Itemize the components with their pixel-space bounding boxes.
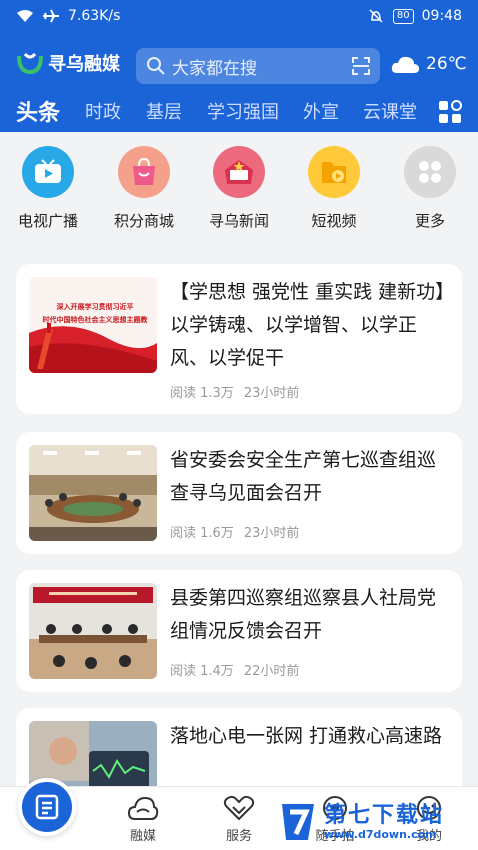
nav-service[interactable]: 服务 bbox=[204, 795, 274, 844]
weather-widget[interactable]: 26℃ bbox=[390, 54, 467, 74]
app-header: 寻乌融媒 大家都在搜 26℃ bbox=[0, 36, 478, 94]
publish-time: 23小时前 bbox=[243, 526, 300, 541]
channel-manage-icon[interactable] bbox=[438, 100, 462, 124]
clock: 09:48 bbox=[421, 8, 462, 24]
airplane-icon bbox=[43, 9, 59, 23]
news-icon bbox=[213, 146, 265, 198]
news-meta: 阅读 1.6万 23小时前 bbox=[170, 522, 309, 541]
leaf-logo-icon bbox=[17, 52, 43, 75]
quick-link-local-news[interactable]: 寻乌新闻 bbox=[199, 146, 279, 231]
publish-time: 22小时前 bbox=[243, 664, 300, 679]
news-title: 落地心电一张网 打通救心高速路 bbox=[170, 725, 443, 747]
news-thumbnail: 深入开展学习贯彻习近平 时代中国特色社会主义思想主题教 bbox=[29, 277, 157, 373]
news-thumbnail bbox=[29, 445, 157, 541]
quick-link-points-mall[interactable]: 积分商城 bbox=[104, 146, 184, 231]
watermark: 第七下载站 www.d7down.com bbox=[278, 798, 474, 846]
quick-link-label: 寻乌新闻 bbox=[208, 212, 269, 230]
video-folder-icon bbox=[308, 146, 360, 198]
quick-link-label: 短视频 bbox=[311, 212, 357, 230]
news-thumbnail bbox=[29, 583, 157, 679]
watermark-url: www.d7down.com bbox=[324, 827, 437, 841]
tab-external-publicity[interactable]: 外宣 bbox=[303, 98, 339, 124]
more-grid-icon bbox=[404, 146, 456, 198]
quick-link-label: 电视广播 bbox=[17, 212, 78, 230]
nav-media[interactable]: 融媒 bbox=[108, 795, 178, 844]
wifi-icon bbox=[17, 10, 33, 22]
news-meta: 阅读 1.4万 22小时前 bbox=[170, 660, 309, 679]
search-bar[interactable]: 大家都在搜 bbox=[136, 48, 380, 84]
news-card[interactable]: 省安委会安全生产第七巡查组巡查寻乌见面会召开 阅读 1.6万 23小时前 bbox=[16, 432, 462, 554]
quick-link-short-video[interactable]: 短视频 bbox=[294, 146, 374, 231]
quick-link-label: 积分商城 bbox=[113, 212, 174, 230]
news-title: 【学思想 强党性 重实践 建新功】以学铸魂、以学增智、以学正风、以学促干 bbox=[170, 281, 445, 369]
search-icon bbox=[147, 57, 165, 75]
mute-bell-icon bbox=[369, 9, 383, 23]
watermark-logo-icon bbox=[282, 804, 314, 840]
search-placeholder: 大家都在搜 bbox=[172, 58, 257, 79]
tab-cloud-class[interactable]: 云课堂 bbox=[363, 98, 417, 124]
shopping-bag-icon bbox=[118, 146, 170, 198]
battery-indicator: 80 bbox=[392, 8, 414, 24]
channel-tabs: 头条 时政 基层 学习强国 外宣 云课堂 bbox=[0, 94, 478, 132]
temperature: 26℃ bbox=[426, 54, 467, 74]
tab-headline[interactable]: 头条 bbox=[16, 95, 60, 127]
news-title: 县委第四巡察组巡察县人社局党组情况反馈会召开 bbox=[170, 587, 437, 642]
thumbnail-banner-text: 深入开展学习贯彻习近平 时代中国特色社会主义思想主题教 bbox=[42, 303, 148, 324]
quick-link-tv-radio[interactable]: 电视广播 bbox=[8, 146, 88, 231]
scan-icon[interactable] bbox=[352, 57, 370, 75]
news-meta: 阅读 1.3万 23小时前 bbox=[170, 382, 309, 401]
nav-home-button[interactable] bbox=[18, 778, 76, 836]
read-count: 阅读 1.4万 bbox=[170, 664, 234, 679]
cloud-icon bbox=[127, 796, 159, 820]
read-count: 阅读 1.3万 bbox=[170, 386, 234, 401]
tab-politics[interactable]: 时政 bbox=[85, 98, 121, 124]
status-bar: 7.63K/s 80 09:48 bbox=[0, 0, 478, 36]
network-speed: 7.63K/s bbox=[68, 8, 121, 24]
handshake-icon bbox=[223, 795, 255, 821]
home-news-icon bbox=[35, 794, 59, 820]
nav-label: 服务 bbox=[225, 829, 252, 844]
read-count: 阅读 1.6万 bbox=[170, 526, 234, 541]
news-card[interactable]: 深入开展学习贯彻习近平 时代中国特色社会主义思想主题教 【学思想 强党性 重实践… bbox=[16, 264, 462, 414]
publish-time: 23小时前 bbox=[243, 386, 300, 401]
app-logo[interactable]: 寻乌融媒 bbox=[16, 50, 120, 76]
app-name: 寻乌融媒 bbox=[48, 54, 120, 75]
quick-links: 电视广播 积分商城 寻乌新闻 短视频 更多 bbox=[0, 132, 478, 250]
quick-link-label: 更多 bbox=[414, 212, 445, 230]
tab-grassroots[interactable]: 基层 bbox=[146, 98, 182, 124]
news-title: 省安委会安全生产第七巡查组巡查寻乌见面会召开 bbox=[170, 449, 437, 504]
tv-icon bbox=[22, 146, 74, 198]
news-card[interactable]: 县委第四巡察组巡察县人社局党组情况反馈会召开 阅读 1.4万 22小时前 bbox=[16, 570, 462, 692]
cloud-icon bbox=[391, 56, 419, 73]
quick-link-more[interactable]: 更多 bbox=[390, 146, 470, 231]
nav-label: 融媒 bbox=[129, 829, 156, 844]
watermark-text: 第七下载站 bbox=[324, 802, 445, 828]
tab-xuexi-qiangguo[interactable]: 学习强国 bbox=[207, 98, 279, 124]
